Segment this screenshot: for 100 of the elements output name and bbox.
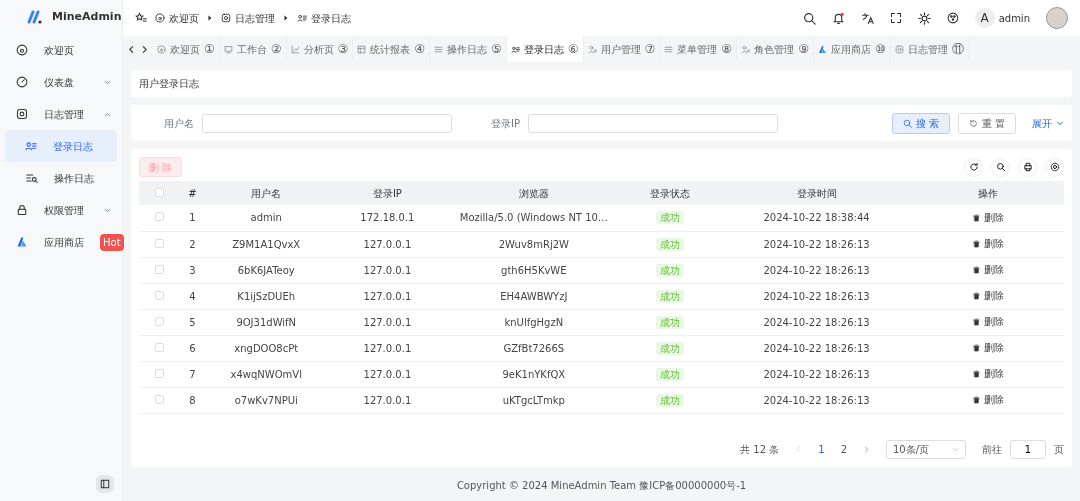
delete-link[interactable]: 删除 — [972, 392, 1004, 408]
table-cell: 4 — [179, 283, 206, 309]
table-cell: 2024-10-22 18:38:44 — [720, 205, 913, 231]
copyright-text: Copyright © 2024 MineAdmin Team 豫ICP备00000000号-1 — [456, 479, 747, 493]
table-cell: knUlfgHgzN — [448, 309, 620, 335]
goto-page-field[interactable]: 1 — [1010, 440, 1046, 459]
table-cell: 3 — [179, 257, 206, 283]
page-number[interactable]: 2 — [840, 442, 847, 457]
sidebar-item[interactable]: 应用商店 Hot — [0, 226, 122, 258]
sidebar-item[interactable]: 权限管理 — [0, 194, 122, 226]
tab-number: ⑩ — [874, 41, 886, 58]
brand-name: MineAdmin — [52, 8, 122, 25]
sidebar-item[interactable]: 仪表盘 — [0, 66, 122, 98]
table-cell: 2024-10-22 18:26:13 — [720, 309, 913, 335]
table-cell: o7wKv7NPUi — [205, 387, 327, 413]
delete-link[interactable]: 删除 — [972, 340, 1004, 356]
table-cell: xngDOO8cPt — [205, 335, 327, 361]
page-number[interactable]: 1 — [818, 442, 825, 457]
table-cell: 127.0.0.1 — [326, 257, 448, 283]
table-cell: 6bK6JATeoy — [205, 257, 327, 283]
tab-number: ⑤ — [491, 41, 502, 58]
breadcrumb-link[interactable]: 日志管理 — [221, 10, 275, 26]
sidebar-subitem[interactable]: 登录日志 — [5, 130, 117, 162]
status-tag: 成功 — [656, 211, 685, 225]
field-label: 登录IP — [490, 116, 520, 131]
table-cell: 2024-10-22 18:26:13 — [720, 387, 913, 413]
table-cell: uKTgcLTmkp — [448, 387, 620, 413]
search-button[interactable]: 搜 索 — [891, 112, 950, 134]
tab-number: ③ — [337, 41, 349, 58]
table-cell: 127.0.0.1 — [326, 283, 448, 309]
status-tag: 成功 — [656, 315, 685, 329]
delete-link[interactable]: 删除 — [972, 236, 1004, 252]
table-cell: K1ijSzDUEh — [205, 283, 327, 309]
user-name[interactable]: admin — [998, 10, 1030, 26]
status-tag: 成功 — [656, 367, 685, 381]
breadcrumb-link[interactable]: 登录日志 — [297, 10, 351, 26]
column-header: 操作 — [912, 181, 1064, 205]
tab-number: ② — [270, 41, 282, 58]
hot-badge: Hot — [100, 233, 124, 251]
table-cell: 127.0.0.1 — [326, 361, 448, 387]
table-cell: 127.0.0.1 — [326, 335, 448, 361]
table-cell: 127.0.0.1 — [326, 231, 448, 257]
table-cell: 2024-10-22 18:26:13 — [720, 231, 913, 257]
column-header: 登录状态 — [619, 181, 721, 205]
table-cell: 2024-10-22 18:26:13 — [720, 361, 913, 387]
tab-number: ⑥ — [567, 41, 579, 58]
table-cell: 2024-10-22 18:26:13 — [720, 335, 913, 361]
tab-number: ⑨ — [798, 41, 809, 58]
tab-number: ⑦ — [644, 41, 656, 58]
tab-number: ⑪ — [951, 41, 964, 58]
table-cell: 2 — [179, 231, 206, 257]
tab-number: ⑧ — [721, 41, 733, 58]
breadcrumb-link[interactable]: 欢迎页 — [155, 10, 199, 26]
column-header: 用户名 — [205, 181, 327, 205]
delete-link[interactable]: 删除 — [972, 314, 1004, 330]
table-cell: 172.18.0.1 — [326, 205, 448, 231]
table-cell: 5 — [179, 309, 206, 335]
status-tag: 成功 — [656, 341, 685, 355]
delete-link[interactable]: 删除 — [972, 288, 1004, 304]
table-cell: EH4AWBWYzJ — [448, 283, 620, 309]
tab-number: ① — [204, 41, 215, 58]
table-cell: 2Wuv8mRj2W — [448, 231, 620, 257]
status-tag: 成功 — [656, 289, 685, 303]
table-cell: x4wqNWOmVl — [205, 361, 327, 387]
field-label: 用户名 — [163, 116, 194, 131]
page-size-select[interactable]: 10条/页 — [886, 440, 966, 459]
column-header: 登录时间 — [720, 181, 913, 205]
table-cell: 9OJ31dWifN — [205, 309, 327, 335]
goto-unit: 页 — [1054, 443, 1064, 457]
table-cell: 2024-10-22 18:26:13 — [720, 257, 913, 283]
column-header: 浏览器 — [448, 181, 620, 205]
user-avatar[interactable]: A — [974, 8, 995, 28]
sidebar-item[interactable]: 日志管理 — [0, 98, 122, 130]
column-header: # — [179, 181, 206, 205]
table-cell: admin — [205, 205, 327, 231]
table-cell: 6 — [179, 335, 206, 361]
reset-button[interactable]: 重 置 — [957, 112, 1016, 134]
table-cell: 8 — [179, 387, 206, 413]
table-cell: gth6H5KvWE — [448, 257, 620, 283]
table-cell: 127.0.0.1 — [326, 387, 448, 413]
goto-label: 前往 — [982, 443, 1002, 457]
sidebar-subitem[interactable]: 操作日志 — [0, 162, 122, 194]
status-tag: 成功 — [656, 237, 685, 251]
expand-link[interactable]: 展开 — [1032, 115, 1064, 131]
status-tag: 成功 — [656, 393, 685, 407]
delete-link[interactable]: 删除 — [972, 366, 1004, 382]
table-cell: 2024-10-22 18:26:13 — [720, 283, 913, 309]
table-cell: 127.0.0.1 — [326, 309, 448, 335]
delete-link[interactable]: 删除 — [972, 262, 1004, 278]
sidebar-item[interactable]: 欢迎页 — [0, 34, 122, 66]
column-header: 登录IP — [326, 181, 448, 205]
delete-link[interactable]: 删除 — [972, 210, 1004, 225]
tab[interactable]: 登录日志 ⑥ — [506, 36, 584, 62]
table-cell: GZfBt7266S — [448, 335, 620, 361]
table-cell: 1 — [179, 205, 206, 231]
total-count: 共 12 条 — [740, 443, 780, 457]
tab-number: ④ — [414, 41, 426, 58]
table-cell: Z9M1A1QvxX — [205, 231, 327, 257]
status-tag: 成功 — [656, 263, 685, 277]
table-cell: 7 — [179, 361, 206, 387]
